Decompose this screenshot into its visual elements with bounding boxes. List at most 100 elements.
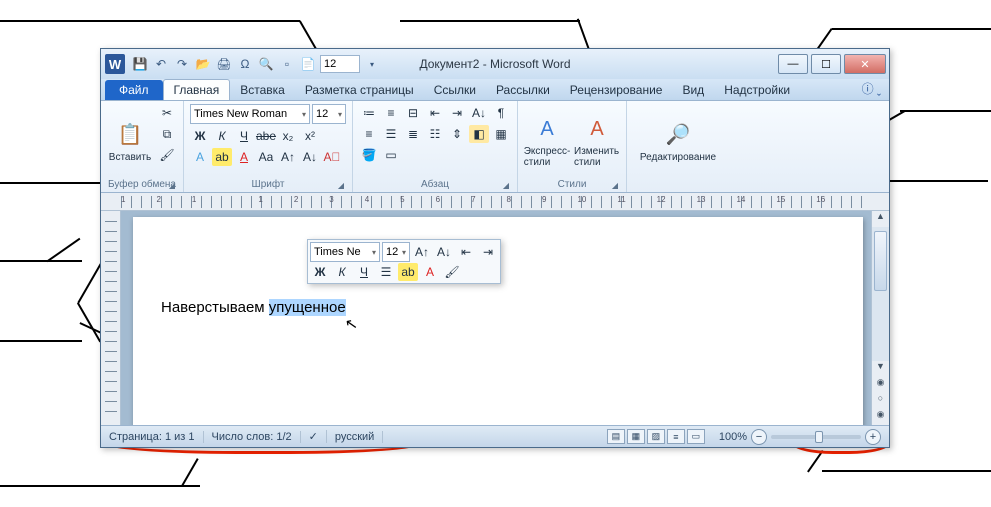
tab-references[interactable]: Ссылки — [424, 80, 486, 100]
maximize-button[interactable]: ☐ — [811, 54, 841, 74]
clear-format-button[interactable]: A⃠ — [322, 148, 342, 166]
undo-icon[interactable]: ↶ — [152, 55, 170, 73]
mini-bold-button[interactable]: Ж — [310, 263, 330, 281]
shrink-font-button[interactable]: A↓ — [300, 148, 320, 166]
justify-button[interactable]: ☷ — [425, 125, 445, 143]
print-icon[interactable]: 🖨 — [215, 55, 233, 73]
clipboard-launcher-icon[interactable]: ◢ — [167, 181, 177, 191]
tab-addins[interactable]: Надстройки — [714, 80, 800, 100]
tab-review[interactable]: Рецензирование — [560, 80, 673, 100]
text-effects-button[interactable]: A — [190, 148, 210, 166]
open-icon[interactable]: 📂 — [194, 55, 212, 73]
indent-dec-button[interactable]: ⇤ — [425, 104, 445, 122]
redo-icon[interactable]: ↷ — [173, 55, 191, 73]
fill-button[interactable]: 🪣 — [359, 146, 379, 164]
status-page[interactable]: Страница: 1 из 1 — [101, 431, 204, 443]
document-text[interactable]: Наверстываем упущенное — [161, 299, 346, 317]
align-center-button[interactable]: ☰ — [381, 125, 401, 143]
browse-object-icon[interactable]: ○ — [872, 393, 889, 409]
strike-button[interactable]: abe — [256, 127, 276, 145]
mini-size-combo[interactable]: 12▾ — [382, 242, 410, 262]
font-size-combo[interactable]: 12▾ — [312, 104, 346, 124]
indent-inc-button[interactable]: ⇥ — [447, 104, 467, 122]
app-icon[interactable]: W — [105, 54, 125, 74]
mini-underline-button[interactable]: Ч — [354, 263, 374, 281]
zoom-out-button[interactable]: − — [751, 429, 767, 445]
view-outline-button[interactable]: ≡ — [667, 429, 685, 444]
quick-styles-button[interactable]: A Экспресс-стили — [524, 104, 570, 178]
status-words[interactable]: Число слов: 1/2 — [204, 431, 301, 443]
bullets-button[interactable]: ≔ — [359, 104, 379, 122]
highlight-button[interactable]: ab — [212, 148, 232, 166]
close-button[interactable]: ✕ — [844, 54, 886, 74]
help-icon[interactable]: ⓘ ˬ — [854, 77, 889, 100]
new-icon[interactable]: ▫ — [278, 55, 296, 73]
prev-page-icon[interactable]: ◉ — [872, 377, 889, 393]
qat-font-size[interactable]: 12 — [320, 55, 360, 73]
mini-indent-dec-button[interactable]: ⇤ — [456, 243, 476, 261]
scroll-track[interactable] — [872, 227, 889, 361]
tab-insert[interactable]: Вставка — [230, 80, 295, 100]
tab-mailings[interactable]: Рассылки — [486, 80, 560, 100]
view-fullscreen-button[interactable]: ▦ — [627, 429, 645, 444]
save-icon[interactable]: 💾 — [131, 55, 149, 73]
tab-layout[interactable]: Разметка страницы — [295, 80, 424, 100]
status-language[interactable]: русский — [327, 431, 383, 443]
mini-indent-inc-button[interactable]: ⇥ — [478, 243, 498, 261]
borders-button[interactable]: ▦ — [491, 125, 511, 143]
zoom-knob[interactable] — [815, 431, 823, 443]
line-spacing-button[interactable]: ⇕ — [447, 125, 467, 143]
zoom-slider[interactable] — [771, 435, 861, 439]
status-proof-icon[interactable]: ✓ — [301, 430, 327, 443]
align-left-button[interactable]: ≡ — [359, 125, 379, 143]
scrollbar-vertical[interactable]: ▲ ▼ ◉ ○ ◉ — [871, 211, 889, 425]
view-draft-button[interactable]: ▭ — [687, 429, 705, 444]
font-launcher-icon[interactable]: ◢ — [336, 181, 346, 191]
editing-button[interactable]: 🔎 Редактирование — [633, 104, 723, 178]
minimize-button[interactable]: — — [778, 54, 808, 74]
qat-more-icon[interactable]: ▾ — [363, 55, 381, 73]
font-name-combo[interactable]: Times New Roman▾ — [190, 104, 310, 124]
ruler-horizontal[interactable]: 12112345678910111213141516 — [101, 193, 889, 211]
copy-icon[interactable]: 📄 — [299, 55, 317, 73]
format-painter-icon[interactable]: 🖌 — [157, 146, 177, 164]
paste-button[interactable]: 📋 Вставить — [107, 104, 153, 178]
tab-file[interactable]: Файл — [105, 80, 163, 100]
align-right-button[interactable]: ≣ — [403, 125, 423, 143]
mini-grow-font-button[interactable]: A↑ — [412, 243, 432, 261]
scroll-up-icon[interactable]: ▲ — [872, 211, 889, 227]
change-case-button[interactable]: Aa — [256, 148, 276, 166]
document-area[interactable]: Times Ne▾ 12▾ A↑ A↓ ⇤ ⇥ Ж К Ч ☰ ab A — [121, 211, 871, 425]
paragraph-launcher-icon[interactable]: ◢ — [501, 181, 511, 191]
underline-button[interactable]: Ч — [234, 127, 254, 145]
tab-home[interactable]: Главная — [163, 79, 231, 100]
grow-font-button[interactable]: A↑ — [278, 148, 298, 166]
preview-icon[interactable]: 🔍 — [257, 55, 275, 73]
bold-button[interactable]: Ж — [190, 127, 210, 145]
tab-view[interactable]: Вид — [672, 80, 714, 100]
zoom-percent[interactable]: 100% — [719, 431, 747, 443]
sort-button[interactable]: A↓ — [469, 104, 489, 122]
ruler-vertical[interactable] — [101, 211, 121, 425]
numbering-button[interactable]: ≡ — [381, 104, 401, 122]
font-color-button[interactable]: A — [234, 148, 254, 166]
superscript-button[interactable]: x² — [300, 127, 320, 145]
next-page-icon[interactable]: ◉ — [872, 409, 889, 425]
scroll-down-icon[interactable]: ▼ — [872, 361, 889, 377]
multilevel-button[interactable]: ⊟ — [403, 104, 423, 122]
copy-icon[interactable]: ⧉ — [157, 125, 177, 143]
cut-icon[interactable]: ✂ — [157, 104, 177, 122]
mini-highlight-button[interactable]: ab — [398, 263, 418, 281]
mini-format-painter-button[interactable]: 🖌 — [442, 263, 462, 281]
border-style-button[interactable]: ▭ — [381, 146, 401, 164]
subscript-button[interactable]: x₂ — [278, 127, 298, 145]
mini-shrink-font-button[interactable]: A↓ — [434, 243, 454, 261]
view-print-layout-button[interactable]: ▤ — [607, 429, 625, 444]
page[interactable]: Times Ne▾ 12▾ A↑ A↓ ⇤ ⇥ Ж К Ч ☰ ab A — [133, 217, 863, 425]
mini-italic-button[interactable]: К — [332, 263, 352, 281]
italic-button[interactable]: К — [212, 127, 232, 145]
scroll-thumb[interactable] — [874, 231, 887, 291]
change-styles-button[interactable]: A Изменить стили — [574, 104, 620, 178]
styles-launcher-icon[interactable]: ◢ — [610, 181, 620, 191]
zoom-in-button[interactable]: + — [865, 429, 881, 445]
